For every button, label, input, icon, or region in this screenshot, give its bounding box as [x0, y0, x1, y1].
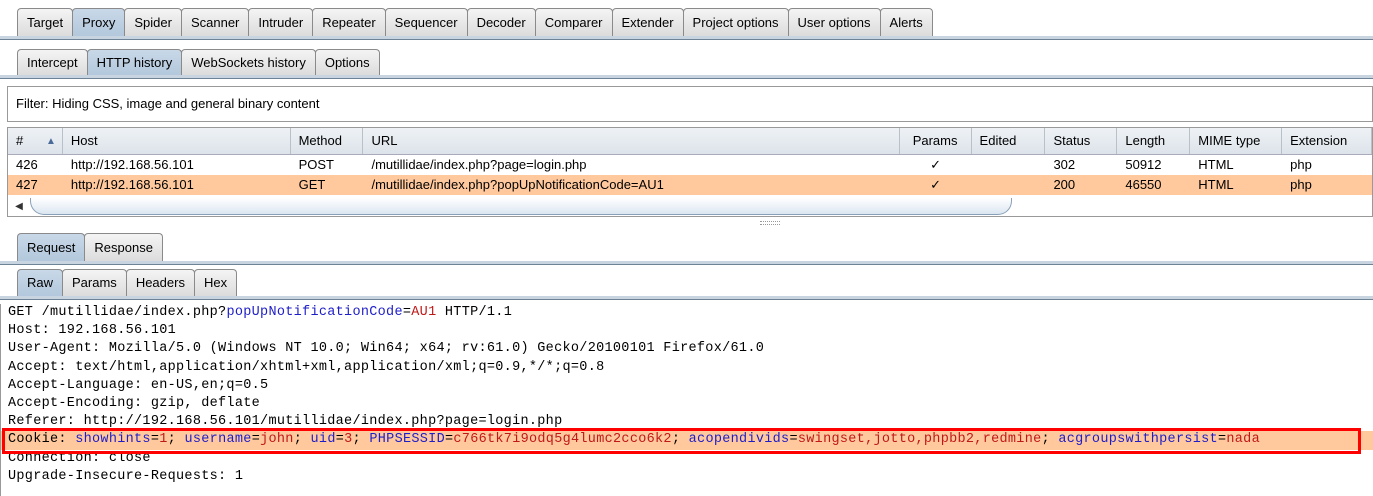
request-line: User-Agent: Mozilla/5.0 (Windows NT 10.0…: [1, 340, 1373, 358]
table-cell: [972, 175, 1046, 195]
column-header-label: Length: [1125, 133, 1166, 148]
table-cell: ✓: [930, 177, 942, 192]
table-cell: ✓: [930, 157, 942, 172]
tab-params[interactable]: Params: [62, 269, 127, 296]
request-text: Referer: http://192.168.56.101/mutillida…: [8, 414, 563, 430]
sort-ascending-icon: ▲: [46, 136, 56, 147]
tab-intercept[interactable]: Intercept: [17, 49, 88, 75]
table-cell: 426: [16, 157, 38, 172]
raw-request-editor[interactable]: GET /mutillidae/index.php?popUpNotificat…: [0, 304, 1373, 496]
column-header-number[interactable]: # ▲: [8, 128, 63, 154]
tab-spider[interactable]: Spider: [124, 8, 182, 36]
request-text: GET /mutillidae/index.php?: [8, 305, 227, 320]
request-text: Upgrade-Insecure-Requests: 1: [8, 468, 244, 484]
tab-repeater[interactable]: Repeater: [312, 8, 386, 36]
tab-project-options[interactable]: Project options: [682, 8, 789, 36]
column-header-params[interactable]: Params: [900, 128, 972, 154]
table-cell: 46550: [1125, 177, 1162, 192]
request-text: Accept: text/html,application/xhtml+xml,…: [8, 359, 605, 375]
filter-bar[interactable]: Filter: Hiding CSS, image and general bi…: [7, 86, 1373, 122]
table-cell: /mutillidae/index.php?popUpNotificationC…: [371, 177, 664, 192]
table-cell: /mutillidae/index.php?page=login.php: [371, 157, 587, 172]
tab-decoder[interactable]: Decoder: [466, 8, 536, 36]
table-cell: HTML: [1198, 177, 1234, 192]
column-header-edited[interactable]: Edited: [972, 128, 1046, 154]
request-line: Accept-Language: en-US,en;q=0.5: [1, 377, 1373, 395]
request-line: GET /mutillidae/index.php?popUpNotificat…: [1, 304, 1373, 322]
column-header-label: Host: [70, 133, 98, 148]
table-cell: php: [1290, 157, 1312, 172]
proxy-sub-tab-bar: Intercept HTTP history WebSockets history O…: [0, 46, 1373, 79]
request-text: Accept-Encoding: gzip, deflate: [8, 395, 261, 411]
tab-intruder[interactable]: Intruder: [248, 8, 314, 36]
column-header-length[interactable]: Length: [1117, 128, 1191, 154]
column-header-label: MIME type: [1198, 133, 1261, 148]
tab-headers[interactable]: Headers: [125, 269, 195, 296]
tab-raw[interactable]: Raw: [17, 269, 64, 296]
tab-user-options[interactable]: User options: [787, 8, 881, 36]
table-cell: 427: [16, 177, 38, 192]
horizontal-scrollbar[interactable]: ◀: [8, 198, 1012, 215]
tab-comparer[interactable]: Comparer: [534, 8, 613, 36]
cookie-highlight-box: [2, 428, 1361, 454]
table-row[interactable]: 426 http://192.168.56.101 POST/mutillidae/…: [8, 155, 1372, 175]
column-header-status[interactable]: Status: [1045, 128, 1118, 154]
message-view-tab-bar: Raw Params Headers Hex: [0, 269, 1373, 300]
tab-proxy[interactable]: Proxy: [72, 8, 126, 36]
http-history-table: # ▲ Host Method URL Params Edited Status Length M…: [7, 127, 1373, 217]
request-text: Host: 192.168.56.101: [8, 323, 177, 339]
table-row[interactable]: 427 http://192.168.56.101 GET/mutillidae/i…: [8, 175, 1372, 195]
pane-splitter[interactable]: [760, 221, 780, 225]
column-header-label: Extension: [1290, 133, 1348, 148]
main-tab-bar: Target Proxy Spider Scanner Intruder Repeater…: [0, 6, 1373, 40]
scroll-left-icon[interactable]: ◀: [8, 201, 30, 212]
column-header-label: Method: [298, 133, 342, 148]
tab-extender[interactable]: Extender: [611, 8, 684, 36]
tab-websockets-history[interactable]: WebSockets history: [181, 49, 316, 75]
scrollbar-thumb[interactable]: [30, 198, 1012, 215]
column-header-label: Params: [912, 133, 958, 148]
tab-target[interactable]: Target: [17, 8, 74, 36]
table-cell: GET: [298, 177, 326, 192]
column-header-extension[interactable]: Extension: [1282, 128, 1373, 154]
table-cell: php: [1290, 177, 1312, 192]
column-header-mime-type[interactable]: MIME type: [1190, 128, 1283, 154]
tab-alerts[interactable]: Alerts: [879, 8, 933, 36]
request-line: Upgrade-Insecure-Requests: 1: [1, 468, 1373, 486]
request-text: HTTP/1.1: [436, 305, 513, 320]
table-cell: [972, 155, 1046, 175]
request-line: Accept-Encoding: gzip, deflate: [1, 395, 1373, 413]
request-line: Host: 192.168.56.101: [1, 322, 1373, 340]
request-response-tab-bar: Request Response: [0, 231, 1373, 265]
column-header-label: Status: [1053, 133, 1091, 148]
tab-hex[interactable]: Hex: [193, 269, 238, 296]
column-header-label: Edited: [979, 133, 1017, 148]
table-cell: 50912: [1125, 157, 1162, 172]
column-header-url[interactable]: URL: [363, 128, 900, 154]
table-cell: http://192.168.56.101: [70, 177, 194, 192]
request-text: User-Agent: Mozilla/5.0 (Windows NT 10.0…: [8, 341, 765, 357]
tab-request[interactable]: Request: [17, 233, 86, 261]
table-header: # ▲ Host Method URL Params Edited Status Length M…: [8, 128, 1373, 155]
table-cell: POST: [298, 157, 334, 172]
column-header-method[interactable]: Method: [291, 128, 364, 154]
tab-http-history[interactable]: HTTP history: [86, 49, 183, 75]
tab-response[interactable]: Response: [84, 233, 163, 261]
request-line: Accept: text/html,application/xhtml+xml,…: [1, 359, 1373, 377]
column-header-label: #: [16, 133, 24, 148]
column-header-host[interactable]: Host: [63, 128, 291, 154]
param-value: AU1: [411, 305, 437, 320]
table-cell: 302: [1053, 157, 1076, 172]
tab-options[interactable]: Options: [314, 49, 380, 75]
param-name: popUpNotificationCode: [226, 305, 403, 320]
column-header-label: URL: [371, 133, 398, 148]
table-cell: HTML: [1198, 157, 1234, 172]
tab-sequencer[interactable]: Sequencer: [384, 8, 468, 36]
tab-scanner[interactable]: Scanner: [180, 8, 250, 36]
request-text: Accept-Language: en-US,en;q=0.5: [8, 377, 269, 393]
table-cell: 200: [1053, 177, 1076, 192]
table-cell: http://192.168.56.101: [70, 157, 194, 172]
